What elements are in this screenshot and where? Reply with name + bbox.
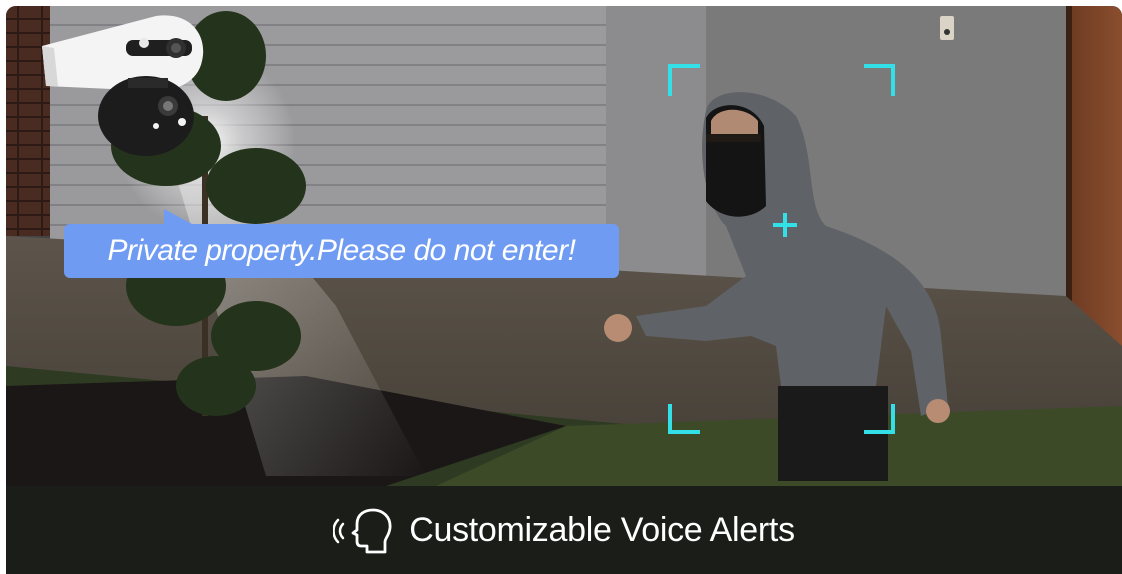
bubble-tail bbox=[164, 209, 194, 225]
caption-label: Customizable Voice Alerts bbox=[409, 510, 795, 549]
voice-alert-bubble: Private property.Please do not enter! bbox=[64, 209, 619, 278]
voice-alert-icon bbox=[333, 508, 392, 554]
alert-message: Private property.Please do not enter! bbox=[107, 234, 576, 267]
caption-bar: Customizable Voice Alerts bbox=[6, 486, 1122, 574]
product-banner: Private property.Please do not enter! Cu… bbox=[6, 6, 1122, 574]
